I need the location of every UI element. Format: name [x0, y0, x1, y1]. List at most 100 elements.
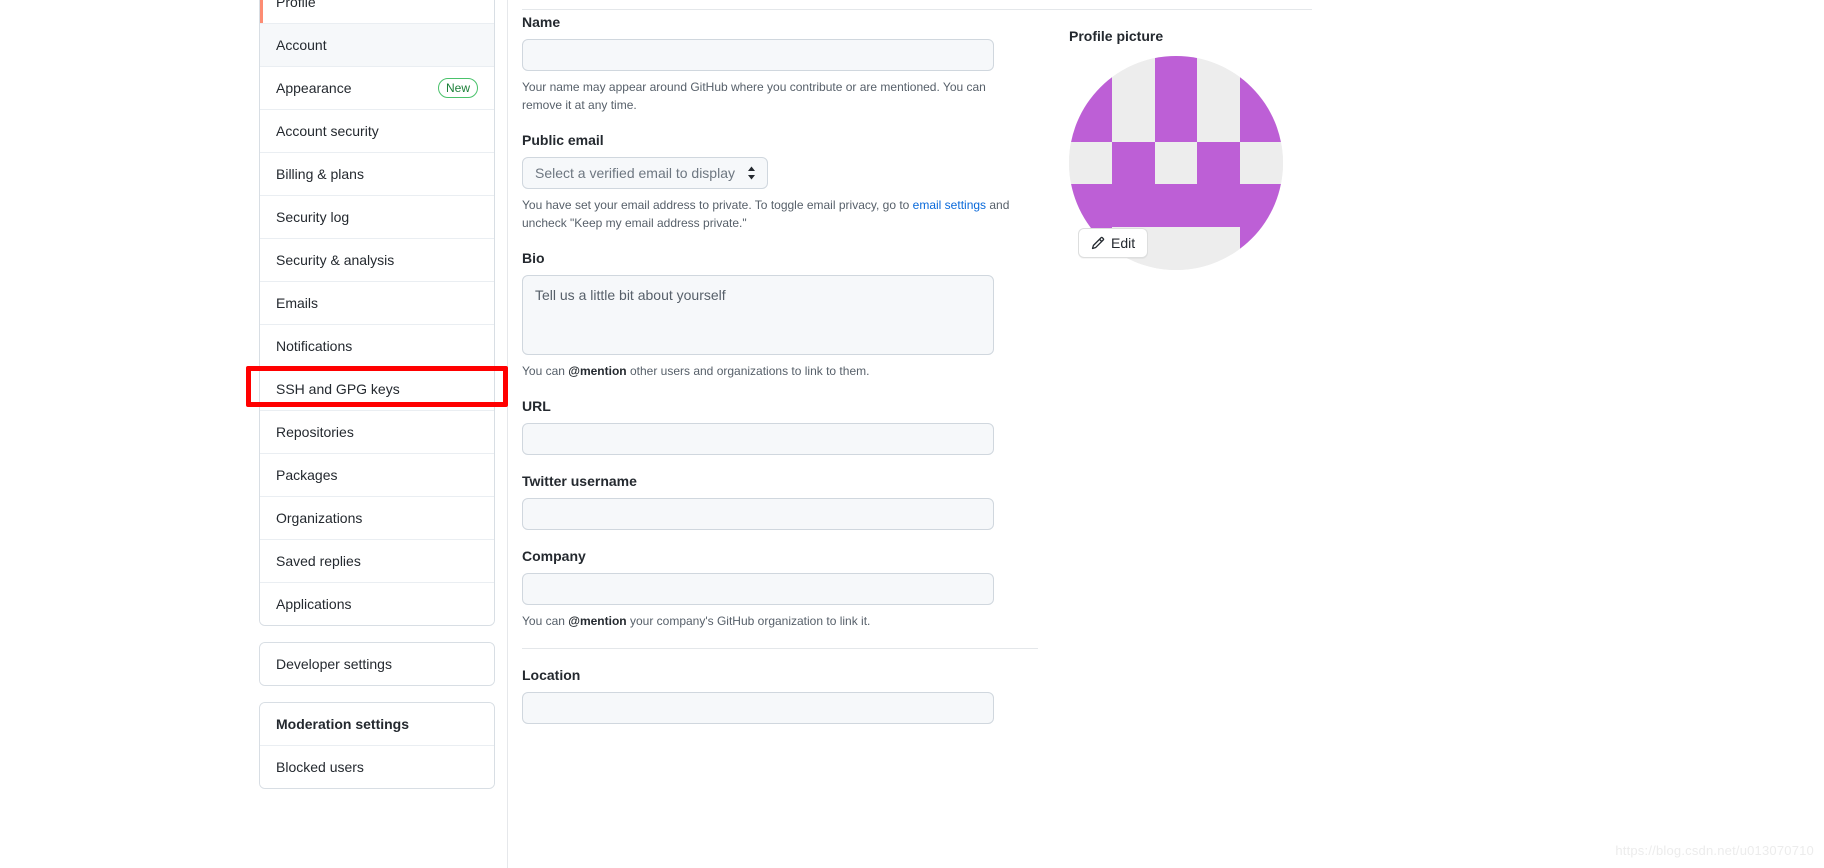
name-label: Name: [522, 14, 561, 30]
sidebar-item-organizations[interactable]: Organizations: [260, 497, 494, 540]
sidebar-item-security-log[interactable]: Security log: [260, 196, 494, 239]
sidebar-item-label: Organizations: [276, 510, 363, 526]
field-company: Company You can @mention your company's …: [522, 546, 1067, 630]
bio-help-mention: @mention: [568, 364, 627, 378]
bio-label: Bio: [522, 250, 545, 266]
company-location-divider: [522, 648, 1038, 649]
sidebar-item-label: Account security: [276, 123, 379, 139]
identicon-cell: [1111, 141, 1155, 185]
sidebar-item-label: Account: [276, 37, 327, 53]
identicon-cell: [1197, 141, 1241, 185]
public-email-help-text: You have set your email address to priva…: [522, 196, 1022, 232]
field-public-email: Public email Select a verified email to …: [522, 130, 1067, 232]
sidebar-item-developer-settings[interactable]: Developer settings: [260, 643, 494, 685]
identicon-cell: [1197, 184, 1241, 228]
company-label: Company: [522, 548, 586, 564]
sidebar-item-label: Appearance: [276, 80, 352, 96]
bio-help-before: You can: [522, 364, 569, 378]
identicon-cell: [1069, 56, 1112, 99]
identicon-cell: [1240, 141, 1283, 185]
settings-page: Profile Account Appearance New Account secur…: [0, 0, 1824, 868]
identicon-cell: [1240, 227, 1283, 270]
sidebar-item-label: Notifications: [276, 338, 353, 354]
sidebar-item-profile[interactable]: Profile: [260, 0, 494, 24]
identicon-cell: [1197, 227, 1241, 270]
sidebar-item-ssh-and-gpg-keys[interactable]: SSH and GPG keys: [260, 368, 494, 411]
field-location: Location: [522, 665, 1067, 724]
sidebar-item-repositories[interactable]: Repositories: [260, 411, 494, 454]
sidebar-item-label: Blocked users: [276, 759, 364, 775]
url-label: URL: [522, 398, 551, 414]
edit-avatar-label: Edit: [1111, 235, 1136, 251]
identicon-cell: [1069, 98, 1112, 142]
identicon-cell: [1154, 56, 1198, 99]
name-help-text: Your name may appear around GitHub where…: [522, 80, 986, 112]
sidebar-item-account-security[interactable]: Account security: [260, 110, 494, 153]
nav-group-personal-settings: Profile Account Appearance New Account secur…: [259, 0, 495, 626]
sidebar-item-label: Moderation settings: [276, 716, 410, 732]
sidebar-item-saved-replies[interactable]: Saved replies: [260, 540, 494, 583]
sidebar-item-applications[interactable]: Applications: [260, 583, 494, 625]
identicon-cell: [1069, 184, 1112, 228]
sidebar-item-label: Repositories: [276, 424, 354, 440]
location-label: Location: [522, 667, 581, 683]
identicon-cell: [1240, 98, 1283, 142]
public-email-select[interactable]: Select a verified email to display: [522, 157, 768, 189]
public-email-select-wrap[interactable]: Select a verified email to display: [522, 157, 768, 189]
field-twitter-username: Twitter username: [522, 471, 1067, 530]
identicon-cell: [1069, 141, 1112, 185]
identicon-cell: [1197, 98, 1241, 142]
sidebar-item-label: Security & analysis: [276, 252, 395, 268]
sidebar-item-billing-plans[interactable]: Billing & plans: [260, 153, 494, 196]
company-help-text: You can @mention your company's GitHub o…: [522, 612, 1022, 630]
nav-group-developer-settings: Developer settings: [259, 642, 495, 686]
pencil-icon: [1091, 236, 1105, 250]
sidebar-item-appearance[interactable]: Appearance New: [260, 67, 494, 110]
identicon-cell: [1240, 56, 1283, 99]
company-help-after: your company's GitHub organization to li…: [626, 614, 871, 628]
identicon-cell: [1154, 98, 1198, 142]
location-input[interactable]: [522, 692, 994, 724]
badge-new: New: [437, 78, 478, 98]
company-help-mention: @mention: [568, 614, 627, 628]
identicon-cell: [1154, 141, 1198, 185]
field-url: URL: [522, 396, 1067, 455]
name-input[interactable]: [522, 39, 994, 71]
sidebar-item-security-analysis[interactable]: Security & analysis: [260, 239, 494, 282]
field-name: Name Your name may appear around GitHub …: [522, 12, 1067, 114]
identicon-cell: [1111, 184, 1155, 228]
sidebar-item-notifications[interactable]: Notifications: [260, 325, 494, 368]
avatar-wrapper: Edit: [1069, 56, 1283, 270]
identicon-cell: [1111, 56, 1155, 99]
bio-textarea[interactable]: [522, 275, 994, 355]
sidebar-item-moderation-settings: Moderation settings: [260, 703, 494, 746]
sidebar-item-label: Profile: [276, 0, 316, 10]
sidebar-item-label: Packages: [276, 467, 338, 483]
public-email-help-before: You have set your email address to priva…: [522, 198, 913, 212]
sidebar-item-label: Billing & plans: [276, 166, 364, 182]
identicon-cell: [1240, 184, 1283, 228]
profile-picture-panel: Profile picture Edit: [1069, 26, 1369, 270]
twitter-username-input[interactable]: [522, 498, 994, 530]
url-input[interactable]: [522, 423, 994, 455]
bio-help-after: other users and organizations to link to…: [626, 364, 870, 378]
sidebar-item-label: Security log: [276, 209, 350, 225]
edit-avatar-button[interactable]: Edit: [1078, 228, 1149, 258]
bio-help-text: You can @mention other users and organiz…: [522, 362, 1022, 380]
sidebar-item-emails[interactable]: Emails: [260, 282, 494, 325]
twitter-username-label: Twitter username: [522, 473, 637, 489]
sidebar-item-label: Developer settings: [276, 656, 392, 672]
sidebar-item-label: Saved replies: [276, 553, 361, 569]
email-settings-link[interactable]: email settings: [913, 198, 986, 212]
sidebar-item-packages[interactable]: Packages: [260, 454, 494, 497]
public-profile-form: Name Your name may appear around GitHub …: [507, 0, 1312, 868]
identicon-cell: [1154, 227, 1198, 270]
public-email-label: Public email: [522, 132, 604, 148]
identicon-cell: [1111, 98, 1155, 142]
watermark: https://blog.csdn.net/u013070710: [1615, 843, 1814, 858]
sidebar-item-account[interactable]: Account: [260, 24, 494, 67]
company-input[interactable]: [522, 573, 994, 605]
profile-picture-title: Profile picture: [1069, 28, 1164, 44]
sidebar-item-blocked-users[interactable]: Blocked users: [260, 746, 494, 788]
identicon-cell: [1154, 184, 1198, 228]
